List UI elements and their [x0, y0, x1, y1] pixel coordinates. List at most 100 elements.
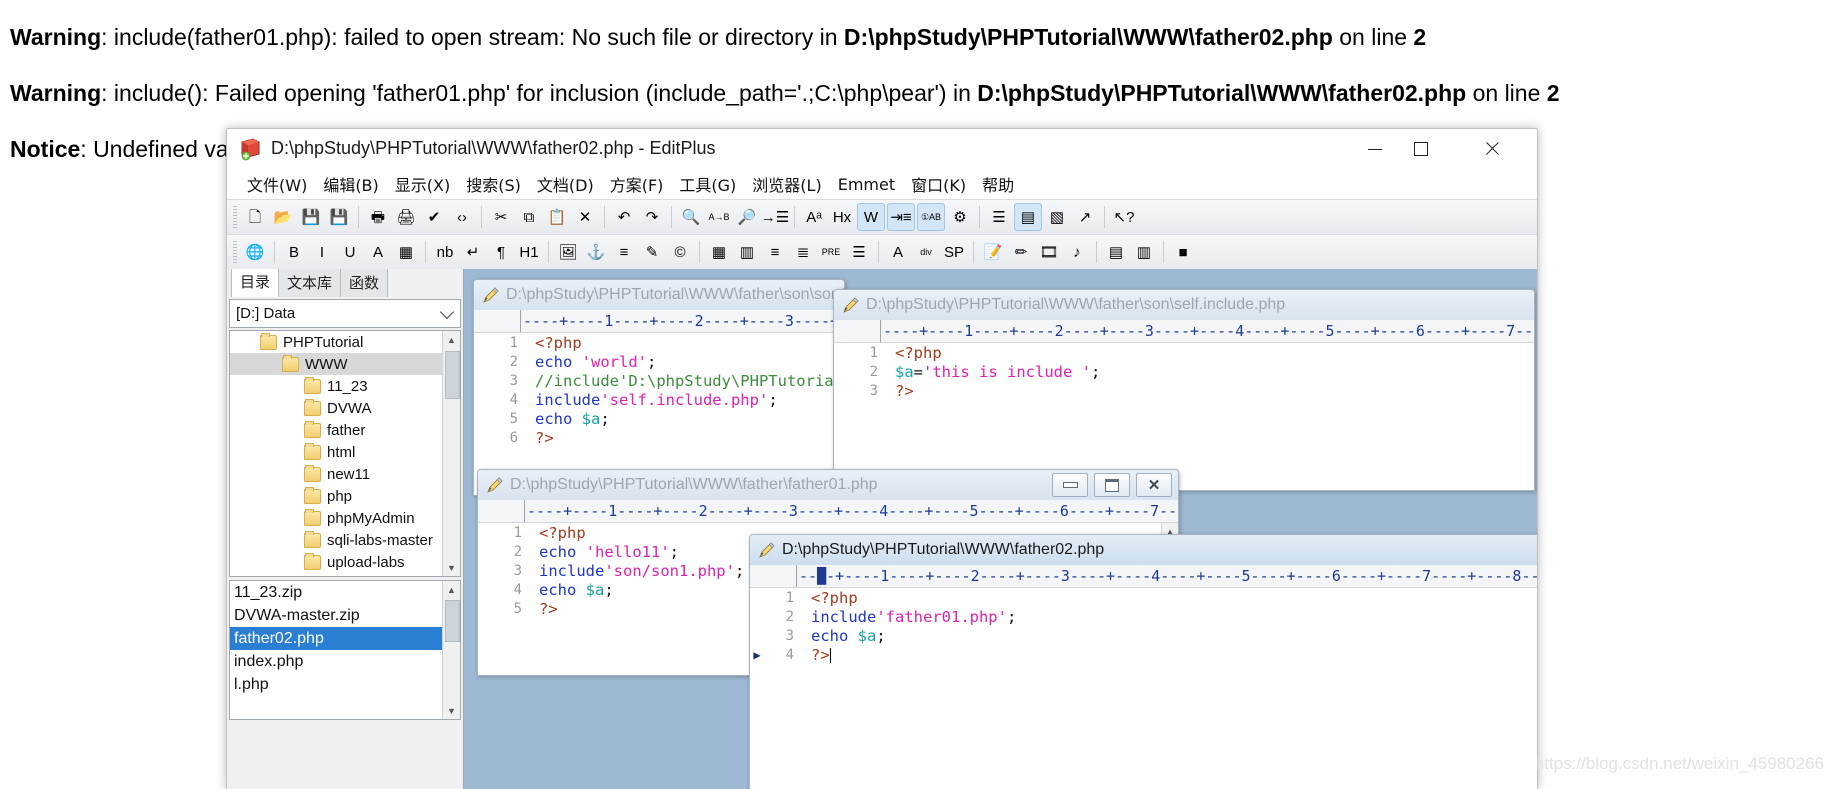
print-icon[interactable]: 🖨 — [393, 204, 419, 230]
form-icon[interactable]: ▤ — [1103, 239, 1129, 265]
web-browser-icon[interactable]: 🌐 — [242, 239, 268, 265]
menu-browser[interactable]: 浏览器(L) — [744, 170, 829, 198]
video-icon[interactable]: 🎞 — [1036, 239, 1062, 265]
tree-item[interactable]: php — [230, 485, 460, 507]
directory-window-icon[interactable]: ▤ — [1014, 203, 1042, 231]
undo-icon[interactable]: ↶ — [611, 204, 637, 230]
close-button[interactable] — [1462, 129, 1522, 169]
menu-project[interactable]: 方案(F) — [602, 170, 672, 198]
align-left-icon[interactable]: ≡ — [762, 239, 788, 265]
drive-select[interactable]: [D:] Data — [229, 299, 461, 328]
underline-icon[interactable]: U — [337, 239, 363, 265]
menu-view[interactable]: 显示(X) — [387, 170, 458, 198]
output-window-icon[interactable]: ▧ — [1044, 204, 1070, 230]
form-fields-icon[interactable]: ▥ — [1131, 239, 1157, 265]
tab-directory[interactable]: 目录 — [231, 269, 279, 297]
context-help-icon[interactable]: ↖? — [1111, 204, 1137, 230]
menu-tools[interactable]: 工具(G) — [671, 170, 744, 198]
tree-item[interactable]: html — [230, 441, 460, 463]
line-break-icon[interactable]: ↵ — [460, 239, 486, 265]
print-preview-icon[interactable]: 🖶 — [365, 204, 391, 230]
word-wrap-icon[interactable]: W — [857, 203, 885, 231]
view-source-icon[interactable]: ‹› — [449, 204, 475, 230]
menu-file[interactable]: 文件(W) — [239, 170, 315, 198]
minimize-button[interactable] — [1352, 129, 1398, 169]
editor-father01-title-bar[interactable]: D:\phpStudy\PHPTutorial\WWW\father\fathe… — [478, 470, 1178, 500]
line-numbers-icon[interactable]: ①AB — [917, 203, 945, 231]
tab-function[interactable]: 函数 — [340, 269, 388, 297]
table-icon[interactable]: ▦ — [706, 239, 732, 265]
audio-icon[interactable]: ♪ — [1064, 239, 1090, 265]
mdi-minimize-button[interactable] — [1052, 473, 1088, 497]
window-title-bar[interactable]: D:\phpStudy\PHPTutorial\WWW\father02.php… — [227, 129, 1537, 169]
tree-item[interactable]: upload-labs — [230, 551, 460, 573]
tree-item[interactable]: sqli-labs-master — [230, 529, 460, 551]
copy-icon[interactable]: ⧉ — [516, 204, 542, 230]
menu-emmet[interactable]: Emmet — [830, 173, 903, 196]
tab-cliptext[interactable]: 文本库 — [278, 269, 341, 297]
menu-help[interactable]: 帮助 — [974, 170, 1022, 198]
editor-son1[interactable]: D:\phpStudy\PHPTutorial\WWW\father\son\s… — [473, 279, 845, 496]
browser-preview-icon[interactable]: ↗ — [1072, 204, 1098, 230]
maximize-button[interactable] — [1398, 129, 1444, 169]
style-icon[interactable]: ✏ — [1008, 239, 1034, 265]
italic-icon[interactable]: I — [309, 239, 335, 265]
editor-father02[interactable]: D:\phpStudy\PHPTutorial\WWW\father02.php… — [749, 534, 1537, 789]
file-list-item[interactable]: 11_23.zip — [230, 581, 460, 604]
editor-father02-code-area[interactable]: 1<?php2include'father01.php';3echo $a;▶4… — [750, 588, 1537, 789]
mdi-restore-button[interactable] — [1094, 473, 1130, 497]
menu-edit[interactable]: 编辑(B) — [315, 170, 386, 198]
span-tag-icon[interactable]: SP — [941, 239, 967, 265]
paste-icon[interactable]: 📋 — [544, 204, 570, 230]
find-in-files-icon[interactable]: 🔎 — [734, 204, 760, 230]
document-selector-icon[interactable]: ☰ — [986, 204, 1012, 230]
toolbar-grip[interactable] — [233, 206, 237, 228]
tree-item[interactable]: father — [230, 419, 460, 441]
auto-indent-icon[interactable]: ⇥≡ — [887, 203, 915, 231]
paragraph-icon[interactable]: ¶ — [488, 239, 514, 265]
find-icon[interactable]: 🔍 — [678, 204, 704, 230]
tree-item[interactable]: PHPTutorial — [230, 331, 460, 353]
scroll-down-icon[interactable]: ▼ — [443, 559, 460, 576]
script-icon[interactable]: 📝 — [980, 239, 1006, 265]
scrollbar-thumb[interactable] — [445, 351, 460, 399]
menu-window[interactable]: 窗口(K) — [903, 170, 974, 198]
cut-icon[interactable]: ✂ — [488, 204, 514, 230]
horizontal-rule-icon[interactable]: ≡ — [611, 239, 637, 265]
bold-icon[interactable]: B — [281, 239, 307, 265]
div-tag-icon[interactable]: div — [913, 239, 939, 265]
table-cell-icon[interactable]: ▥ — [734, 239, 760, 265]
tree-item[interactable]: 11_23 — [230, 375, 460, 397]
scroll-up-icon[interactable]: ▲ — [443, 331, 460, 348]
scroll-down-icon[interactable]: ▼ — [443, 702, 460, 719]
list-icon[interactable]: ☰ — [846, 239, 872, 265]
save-icon[interactable]: 💾 — [298, 204, 324, 230]
edit-note-icon[interactable]: ✎ — [639, 239, 665, 265]
align-center-icon[interactable]: ≣ — [790, 239, 816, 265]
anchor-icon[interactable]: ⚓ — [583, 239, 609, 265]
redo-icon[interactable]: ↷ — [639, 204, 665, 230]
new-file-icon[interactable]: 🗋 — [242, 204, 268, 230]
tree-item[interactable]: DVWA — [230, 397, 460, 419]
scrollbar-thumb[interactable] — [445, 600, 460, 642]
tree-item[interactable]: new11 — [230, 463, 460, 485]
editor-self-include[interactable]: D:\phpStudy\PHPTutorial\WWW\father\son\s… — [833, 289, 1535, 491]
scroll-up-icon[interactable]: ▲ — [443, 581, 460, 598]
preferences-icon[interactable]: ⚙ — [947, 204, 973, 230]
delete-icon[interactable]: ✕ — [572, 204, 598, 230]
open-file-icon[interactable]: 📂 — [270, 204, 296, 230]
tree-item[interactable]: WWW — [230, 353, 460, 375]
goto-line-icon[interactable]: →☰ — [762, 204, 788, 230]
editor-self-include-title-bar[interactable]: D:\phpStudy\PHPTutorial\WWW\father\son\s… — [834, 290, 1534, 320]
editor-father02-title-bar[interactable]: D:\phpStudy\PHPTutorial\WWW\father02.php — [750, 535, 1537, 565]
heading-icon[interactable]: H1 — [516, 239, 542, 265]
font-tag-icon[interactable]: A — [885, 239, 911, 265]
font-color-icon[interactable]: A — [365, 239, 391, 265]
file-list-item[interactable]: father02.php — [230, 627, 460, 650]
spell-check-icon[interactable]: ✔ — [421, 204, 447, 230]
nbsp-icon[interactable]: nb — [432, 239, 458, 265]
replace-icon[interactable]: A→B — [706, 204, 732, 230]
color-palette-icon[interactable]: ▦ — [393, 239, 419, 265]
color-picker-icon[interactable]: ■ — [1170, 239, 1196, 265]
hex-view-icon[interactable]: Hx — [829, 204, 855, 230]
